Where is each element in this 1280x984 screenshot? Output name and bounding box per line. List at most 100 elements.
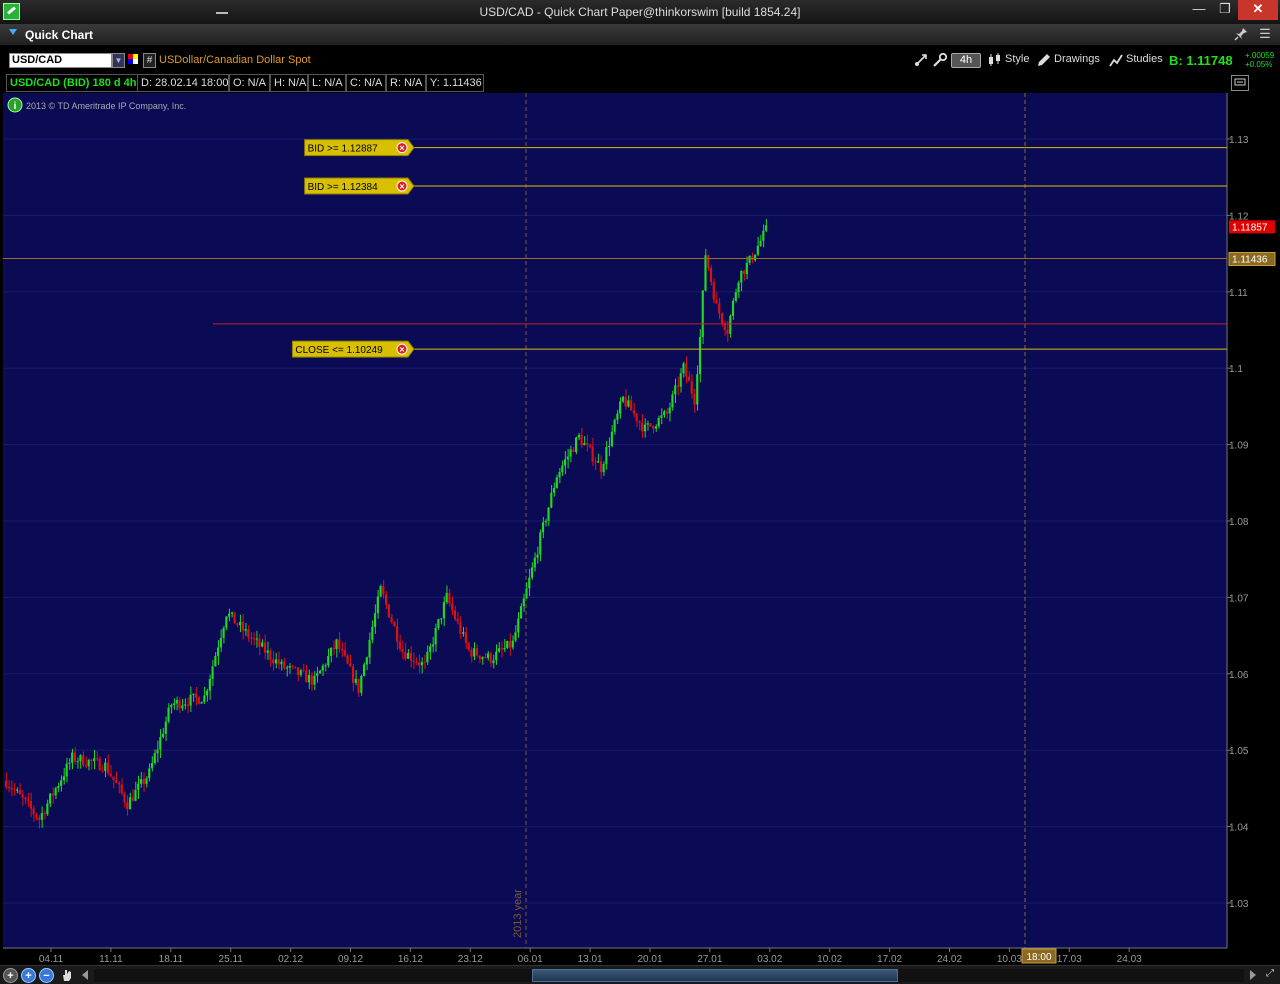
candle-body (506, 641, 509, 648)
candle-body (49, 793, 52, 804)
style-icon-button[interactable] (986, 52, 1003, 69)
candle-body (43, 813, 46, 815)
x-tick-label: 17.03 (1057, 954, 1082, 965)
zoom-out-button[interactable]: − (39, 968, 54, 983)
candle-body (233, 612, 236, 624)
y-tick-label: 1.07 (1229, 593, 1249, 604)
candle-body (101, 770, 104, 772)
candle-body (365, 657, 368, 665)
timeframe-button[interactable]: 4h (951, 53, 981, 68)
x-tick-label: 25.11 (219, 954, 244, 965)
candle-body (500, 648, 503, 650)
candle-body (453, 610, 456, 619)
crosshair-button[interactable] (912, 52, 929, 69)
scroll-right-arrow[interactable] (1250, 970, 1256, 980)
studies-menu[interactable]: Studies (1126, 53, 1163, 65)
x-tick-label: 27.01 (697, 954, 722, 965)
open-value: O: N/A (229, 74, 270, 92)
minimize-button[interactable]: — (1186, 0, 1212, 20)
drawings-icon-button[interactable] (1035, 52, 1052, 69)
candle-body (665, 411, 669, 414)
candle-body (313, 675, 316, 685)
pan-hand-button[interactable] (59, 968, 74, 983)
candle-body (206, 690, 209, 696)
candle-body (21, 794, 24, 798)
expand-button[interactable]: ⤢ (1263, 968, 1277, 983)
window-title: USD/CAD - Quick Chart Paper@thinkorswim … (479, 5, 801, 19)
candle-body (632, 410, 635, 414)
candle-body (426, 651, 429, 663)
candle-body (142, 779, 145, 784)
chart-info-strip: USD/CAD (BID) 180 d 4h D: 28.02.14 18:00… (0, 73, 1280, 93)
candle-body (646, 423, 649, 425)
scroll-thumb[interactable] (532, 969, 898, 982)
candle-body (663, 411, 666, 416)
x-tick-label: 11.11 (99, 954, 123, 965)
high-value: H: N/A (270, 74, 308, 92)
candle-body (583, 443, 586, 446)
candle-body (508, 641, 512, 648)
candle-body (621, 396, 624, 402)
candle-body (302, 670, 305, 672)
candle-body (407, 652, 410, 659)
candle-body (288, 666, 291, 668)
symbol-dropdown-button[interactable]: ▼ (112, 53, 125, 68)
candle-body (547, 507, 550, 521)
candle-body (522, 598, 525, 607)
candle-body (756, 245, 759, 255)
candle-body (244, 629, 247, 631)
candle-body (580, 434, 583, 446)
candle-body (588, 444, 591, 447)
zoom-fit-button[interactable]: + (3, 968, 18, 983)
candle-body (18, 789, 21, 795)
candle-body (541, 522, 545, 533)
candle-body (693, 393, 696, 405)
scroll-track[interactable] (94, 969, 1244, 982)
candle-body (82, 755, 85, 766)
link-group-icon[interactable] (128, 54, 139, 66)
close-button[interactable]: ✕ (1238, 0, 1278, 20)
candle-body (652, 425, 655, 429)
candle-body (539, 532, 542, 555)
symbol-period-label: USD/CAD (BID) 180 d 4h (6, 74, 138, 92)
candle-body (164, 721, 167, 734)
style-menu[interactable]: Style (1005, 53, 1029, 65)
crosshair-icon (914, 54, 927, 66)
symbol-description: USDollar/Canadian Dollar Spot (159, 54, 311, 66)
maximize-button[interactable]: ❐ (1212, 0, 1238, 20)
candle-body (605, 447, 608, 464)
candle-body (525, 588, 528, 599)
zoom-in-button[interactable]: + (21, 968, 36, 983)
candle-body (657, 417, 660, 427)
candle-body (46, 803, 49, 815)
grid-button[interactable]: # (143, 53, 156, 68)
y-tick-label: 1.06 (1229, 670, 1249, 681)
candle-body (464, 632, 468, 643)
candle-body (753, 254, 757, 261)
candle-body (503, 647, 506, 650)
candle-body (497, 648, 501, 652)
candle-body (481, 657, 484, 659)
drawings-menu[interactable]: Drawings (1054, 53, 1100, 65)
candle-body (635, 413, 638, 422)
candle-body (291, 666, 294, 668)
candle-body (602, 463, 605, 473)
candle-body (451, 603, 454, 611)
candle-body (387, 604, 390, 618)
studies-icon (1108, 54, 1123, 67)
candle-body (112, 776, 115, 780)
candle-body (137, 783, 140, 790)
panel-menu-button[interactable]: ☰ (1256, 27, 1274, 43)
panel-collapse-icon[interactable] (9, 29, 17, 35)
title-bar[interactable]: USD/CAD - Quick Chart Paper@thinkorswim … (0, 0, 1280, 24)
symbol-input[interactable]: USD/CAD (9, 53, 112, 68)
chart-settings-button[interactable] (1231, 75, 1249, 91)
price-chart[interactable]: 2013 year 1.03 1.04 1.05 1.06 1.07 1.08 1.09 1.… (0, 93, 1280, 965)
studies-icon-button[interactable] (1107, 52, 1124, 69)
settings-button[interactable] (931, 52, 948, 69)
chart-area[interactable]: 2013 year 1.03 1.04 1.05 1.06 1.07 1.08 1.09 1.… (0, 93, 1280, 965)
pin-button[interactable] (1232, 27, 1250, 43)
candle-body (467, 642, 470, 651)
candle-body (335, 639, 338, 650)
scroll-left-arrow[interactable] (82, 970, 88, 980)
